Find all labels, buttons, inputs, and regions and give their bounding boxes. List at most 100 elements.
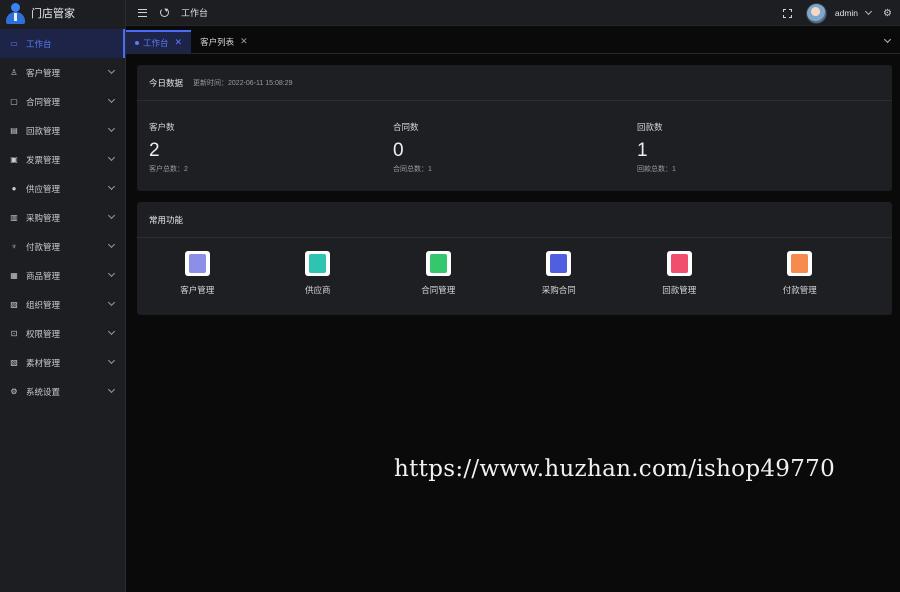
sidebar-item-label: 供应管理 xyxy=(26,183,61,194)
function-label: 回款管理 xyxy=(662,285,697,295)
chevron-down-icon xyxy=(107,211,116,220)
refresh-icon[interactable] xyxy=(160,8,169,17)
close-icon[interactable]: ✕ xyxy=(240,36,248,47)
avatar[interactable] xyxy=(805,2,827,24)
lock-icon: ⊡ xyxy=(10,329,18,338)
payment-back-icon xyxy=(666,251,692,276)
sidebar-item-label: 组织管理 xyxy=(26,299,61,310)
chevron-down-icon xyxy=(107,182,116,191)
sidebar-item-7[interactable]: ♆ 付款管理 xyxy=(0,232,125,261)
sidebar-item-12[interactable]: ⚙ 系统设置 xyxy=(0,377,125,406)
goods-icon: ▦ xyxy=(10,271,18,280)
breadcrumb-title: 工作台 xyxy=(181,8,209,18)
sidebar-item-label: 合同管理 xyxy=(26,96,61,107)
stats-row: 客户数 2 客户总数：2 合同数 0 合同总数：1 回款数 1 回款总数：1 xyxy=(137,101,892,174)
function-label: 付款管理 xyxy=(782,285,817,295)
fullscreen-icon[interactable] xyxy=(782,8,792,18)
user-icon: ♙ xyxy=(10,68,18,77)
sidebar-item-8[interactable]: ▦ 商品管理 xyxy=(0,261,125,290)
chevron-down-icon xyxy=(107,240,116,249)
stat-label: 合同数 xyxy=(393,122,419,132)
sidebar-item-1[interactable]: ♙ 客户管理 xyxy=(0,58,125,87)
gear-icon: ⚙ xyxy=(10,387,18,396)
brand[interactable]: 门店管家 xyxy=(0,0,125,26)
function-shortcut[interactable]: 供应商 xyxy=(258,251,379,296)
tab-label: 工作台 xyxy=(143,37,169,48)
tabs-dropdown-chevron-icon[interactable] xyxy=(883,35,892,44)
sidebar-item-label: 权限管理 xyxy=(26,328,61,339)
sidebar-item-2[interactable]: ▢ 合同管理 xyxy=(0,87,125,116)
sidebar-item-label: 系统设置 xyxy=(26,386,61,397)
function-shortcut[interactable]: 采购合同 xyxy=(499,251,620,296)
sidebar-item-0[interactable]: ▭ 工作台 xyxy=(0,29,125,58)
payment-icon xyxy=(787,251,813,276)
settings-gear-icon[interactable]: ⚙ xyxy=(883,8,892,19)
sidebar-item-label: 素材管理 xyxy=(26,357,61,368)
tab-label: 客户列表 xyxy=(200,36,235,47)
chevron-down-icon xyxy=(107,298,116,307)
username[interactable]: admin xyxy=(835,8,858,18)
sidebar-item-9[interactable]: ▨ 组织管理 xyxy=(0,290,125,319)
function-shortcut[interactable]: 合同管理 xyxy=(378,251,499,296)
chevron-down-icon[interactable] xyxy=(864,7,873,16)
supply-icon: ● xyxy=(11,184,17,193)
sidebar-item-10[interactable]: ⊡ 权限管理 xyxy=(0,319,125,348)
common-functions-title: 常用功能 xyxy=(149,214,184,225)
stat-label: 回款数 xyxy=(637,122,663,132)
stat-value: 0 xyxy=(393,140,404,161)
today-data-title: 今日数据 xyxy=(149,77,184,88)
image-icon: ▧ xyxy=(10,358,18,367)
sidebar-item-6[interactable]: ▥ 采购管理 xyxy=(0,203,125,232)
chevron-down-icon xyxy=(107,385,116,394)
top-header: 工作台 admin ⚙ xyxy=(126,0,900,26)
stat-block: 回款数 1 回款总数：1 xyxy=(637,121,881,174)
invoice-icon: ▣ xyxy=(10,155,18,164)
chevron-down-icon xyxy=(107,66,116,75)
active-dot-icon xyxy=(135,40,139,45)
tab-bar: 工作台 ✕ 客户列表 ✕ xyxy=(126,30,900,54)
sidebar-item-label: 客户管理 xyxy=(26,67,61,78)
sidebar-item-11[interactable]: ▧ 素材管理 xyxy=(0,348,125,377)
sidebar-item-label: 回款管理 xyxy=(26,125,61,136)
stat-block: 合同数 0 合同总数：1 xyxy=(393,121,637,174)
app: 门店管家 ▭ 工作台 ♙ 客户管理 ▢ 合同管理 ▤ 回款管理 ▣ 发票管理 ● 供应管理 ▥ 采购管理 ♆… xyxy=(0,0,900,592)
sidebar-item-label: 工作台 xyxy=(26,38,52,49)
sidebar-item-3[interactable]: ▤ 回款管理 xyxy=(0,116,125,145)
function-shortcut[interactable]: 客户管理 xyxy=(137,251,258,296)
menu-toggle-icon[interactable] xyxy=(138,8,147,17)
sidebar-menu: ▭ 工作台 ♙ 客户管理 ▢ 合同管理 ▤ 回款管理 ▣ 发票管理 ● 供应管理 ▥ 采购管理 ♆ 付款管理 ▦… xyxy=(0,29,125,406)
contract-icon xyxy=(425,251,451,276)
contract-icon: ▢ xyxy=(10,97,18,106)
stat-value: 1 xyxy=(637,140,648,161)
purchase-icon: ▥ xyxy=(10,213,18,222)
function-shortcut[interactable]: 回款管理 xyxy=(619,251,740,296)
brand-title: 门店管家 xyxy=(31,8,75,20)
chevron-down-icon xyxy=(107,269,116,278)
stat-foot: 合同总数：1 xyxy=(393,166,432,173)
chevron-down-icon xyxy=(107,124,116,133)
tab-1[interactable]: 客户列表 ✕ xyxy=(191,30,257,53)
chevron-down-icon xyxy=(107,327,116,336)
sidebar-item-5[interactable]: ● 供应管理 xyxy=(0,174,125,203)
chevron-down-icon xyxy=(107,95,116,104)
function-label: 合同管理 xyxy=(421,285,456,295)
tab-0[interactable]: 工作台 ✕ xyxy=(126,30,192,53)
update-time: 更新时间：2022-06-11 15:08:29 xyxy=(193,79,293,87)
stat-value: 2 xyxy=(149,140,160,161)
sidebar-item-label: 付款管理 xyxy=(26,241,61,252)
function-shortcut[interactable]: 付款管理 xyxy=(740,251,861,296)
chevron-down-icon xyxy=(107,356,116,365)
sidebar-item-4[interactable]: ▣ 发票管理 xyxy=(0,145,125,174)
function-label: 供应商 xyxy=(304,285,331,295)
customer-icon xyxy=(184,251,210,276)
purchase-contract-icon xyxy=(546,251,572,276)
today-data-card: 今日数据 更新时间：2022-06-11 15:08:29 客户数 2 客户总数：2… xyxy=(137,65,892,191)
today-data-header: 今日数据 更新时间：2022-06-11 15:08:29 xyxy=(137,65,892,101)
common-functions-card: 常用功能 客户管理 供应商 合同管理 采购合同 回款管理 付款管理 xyxy=(137,202,892,315)
stat-block: 客户数 2 客户总数：2 xyxy=(149,121,393,174)
function-label: 采购合同 xyxy=(541,285,576,295)
header-actions: admin ⚙ xyxy=(782,0,892,26)
common-functions-header: 常用功能 xyxy=(137,202,892,238)
close-icon[interactable]: ✕ xyxy=(175,37,183,48)
monitor-icon: ▭ xyxy=(10,39,18,48)
